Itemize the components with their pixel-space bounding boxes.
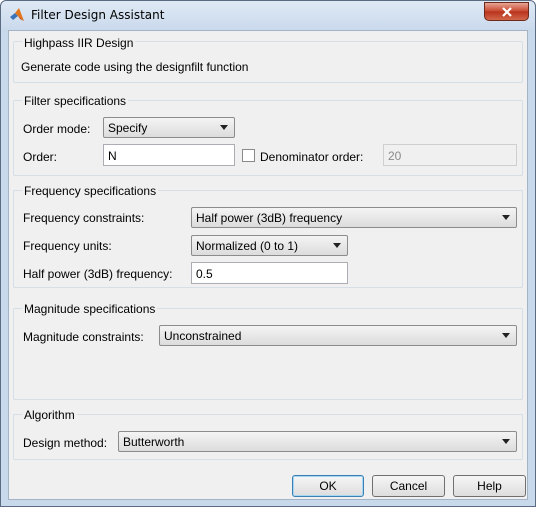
- frequency-units-label: Frequency units:: [23, 239, 112, 253]
- design-description: Generate code using the designfilt funct…: [21, 60, 249, 74]
- algorithm-panel: Algorithm Design method: Butterworth: [13, 408, 523, 460]
- filter-specifications-panel: Filter specifications Order mode: Specif…: [13, 94, 523, 176]
- frequency-units-dropdown[interactable]: Normalized (0 to 1): [191, 235, 348, 256]
- help-button[interactable]: Help: [453, 475, 526, 497]
- window-title: Filter Design Assistant: [31, 8, 165, 22]
- frequency-specifications-title: Frequency specifications: [22, 184, 159, 198]
- frequency-constraints-value: Half power (3dB) frequency: [196, 211, 343, 225]
- denominator-order-value: 20: [388, 149, 402, 163]
- frequency-specifications-panel: Frequency specifications Frequency const…: [13, 184, 523, 288]
- chevron-down-icon: [502, 439, 510, 444]
- magnitude-constraints-dropdown[interactable]: Unconstrained: [159, 325, 517, 346]
- design-method-value: Butterworth: [123, 435, 185, 449]
- order-mode-value: Specify: [108, 121, 148, 135]
- close-icon: [501, 6, 512, 17]
- denominator-order-input[interactable]: 20: [383, 144, 517, 166]
- order-mode-dropdown[interactable]: Specify: [103, 117, 235, 138]
- matlab-logo-icon: [10, 8, 24, 21]
- dialog-content: Highpass IIR Design Generate code using …: [8, 30, 528, 500]
- magnitude-constraints-label: Magnitude constraints:: [23, 330, 144, 344]
- design-method-label: Design method:: [23, 436, 108, 450]
- frequency-units-value: Normalized (0 to 1): [196, 239, 299, 253]
- order-mode-label: Order mode:: [23, 122, 91, 136]
- magnitude-specifications-title: Magnitude specifications: [22, 302, 158, 316]
- frequency-constraints-label: Frequency constraints:: [23, 211, 145, 225]
- design-panel: Highpass IIR Design Generate code using …: [13, 36, 523, 83]
- order-label: Order:: [23, 150, 58, 164]
- denominator-order-label: Denominator order:: [260, 150, 364, 164]
- order-input[interactable]: N: [103, 144, 235, 166]
- frequency-constraints-dropdown[interactable]: Half power (3dB) frequency: [191, 207, 517, 228]
- filter-specifications-title: Filter specifications: [22, 94, 129, 108]
- half-power-frequency-label: Half power (3dB) frequency:: [23, 267, 173, 281]
- chevron-down-icon: [333, 243, 341, 248]
- chevron-down-icon: [220, 125, 228, 130]
- magnitude-constraints-value: Unconstrained: [164, 329, 242, 343]
- half-power-frequency-value: 0.5: [196, 267, 213, 281]
- algorithm-title: Algorithm: [22, 408, 77, 422]
- chevron-down-icon: [502, 333, 510, 338]
- close-button[interactable]: [484, 2, 529, 21]
- design-panel-title: Highpass IIR Design: [22, 36, 136, 50]
- dialog-window: Filter Design Assistant Highpass IIR Des…: [0, 0, 536, 507]
- order-value: N: [108, 149, 117, 163]
- magnitude-specifications-panel: Magnitude specifications Magnitude const…: [13, 302, 523, 400]
- denominator-order-checkbox[interactable]: [242, 149, 255, 162]
- cancel-button[interactable]: Cancel: [372, 475, 445, 497]
- title-bar[interactable]: Filter Design Assistant: [1, 1, 535, 30]
- half-power-frequency-input[interactable]: 0.5: [191, 262, 348, 284]
- chevron-down-icon: [502, 215, 510, 220]
- design-method-dropdown[interactable]: Butterworth: [118, 431, 517, 452]
- ok-button[interactable]: OK: [292, 475, 364, 497]
